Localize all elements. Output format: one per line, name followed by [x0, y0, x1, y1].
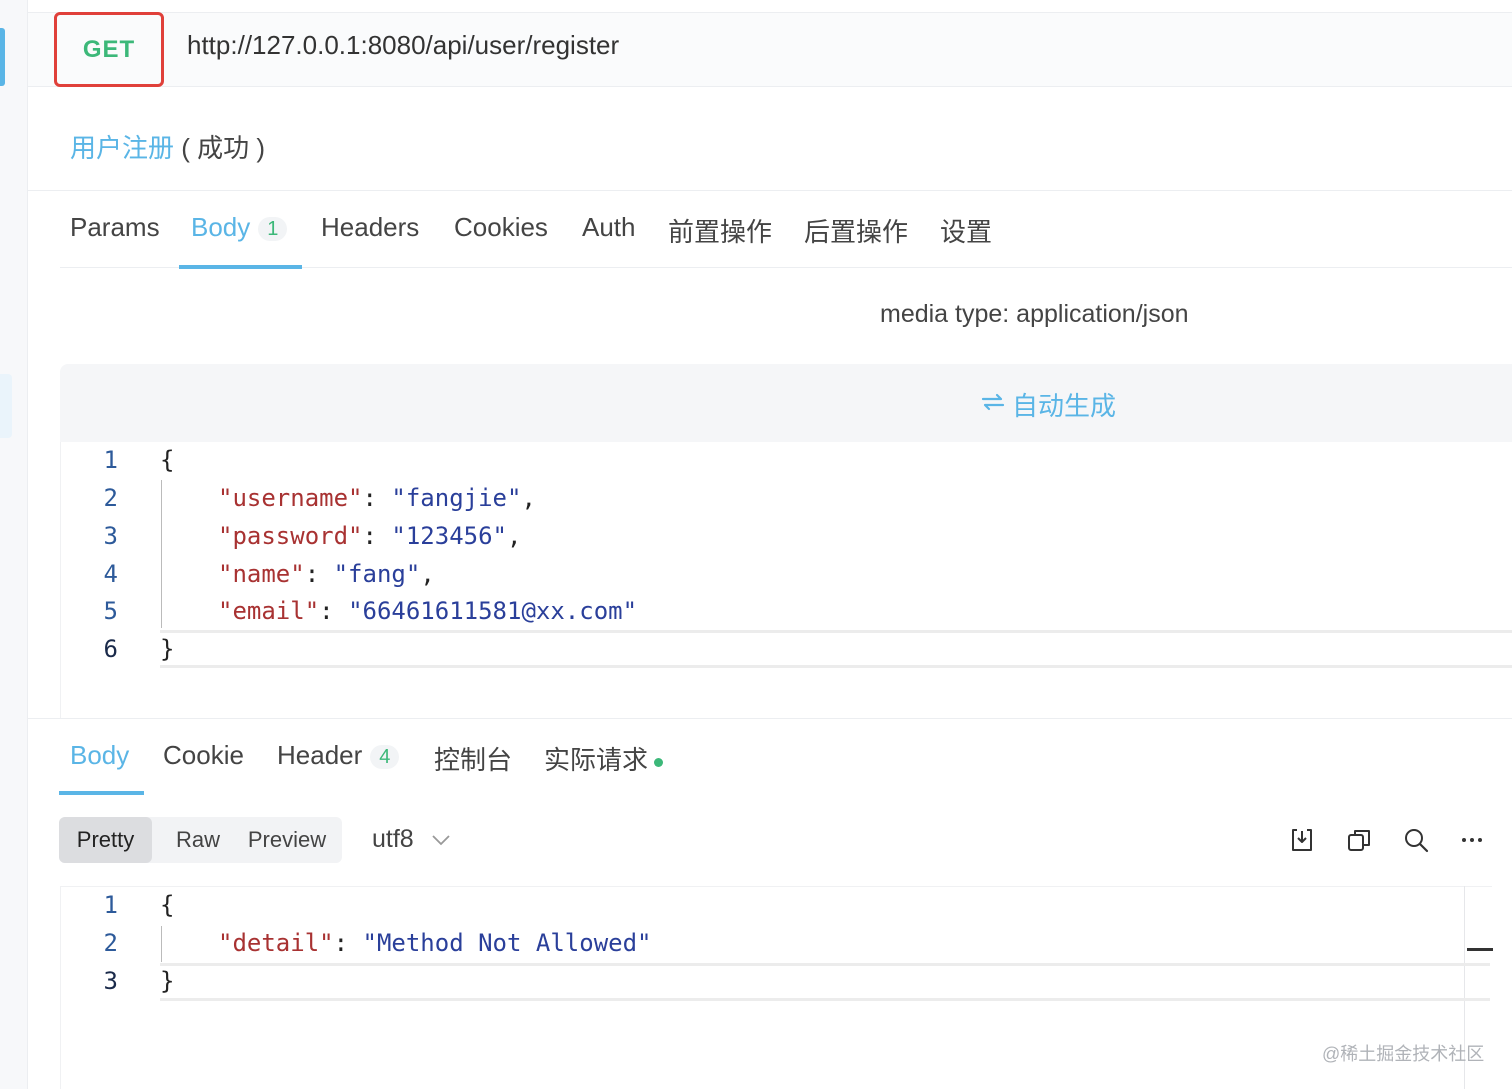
line-number: 4	[103, 560, 118, 588]
tab-label: Auth	[582, 212, 636, 242]
current-line-highlight	[160, 963, 1490, 1001]
code-line: }	[160, 635, 175, 663]
encoding-value: utf8	[372, 825, 414, 853]
request-name[interactable]: 用户注册	[70, 133, 174, 163]
json-value: "fang"	[333, 560, 421, 588]
request-status: ( 成功 )	[181, 133, 266, 163]
code-line: "detail": "Method Not Allowed"	[218, 929, 651, 957]
method-select[interactable]: GET	[54, 12, 164, 87]
json-sep: :	[362, 484, 392, 512]
autogen-label: 自动生成	[1012, 391, 1117, 421]
json-sep: :	[362, 522, 392, 550]
tab-label: Cookie	[163, 740, 244, 770]
json-value: "Method Not Allowed"	[362, 929, 652, 957]
media-type-label: media type: application/json	[880, 300, 1189, 328]
json-value: "fangjie"	[391, 484, 522, 512]
watermark: @稀土掘金技术社区	[1322, 1044, 1485, 1064]
tab-label: 后置操作	[804, 217, 909, 247]
line-number: 1	[103, 446, 118, 474]
line-number: 3	[103, 522, 118, 550]
tab-label: Header	[277, 740, 363, 770]
tab-label: 控制台	[434, 745, 513, 775]
view-preview-button[interactable]: Preview	[237, 817, 337, 863]
json-key: "email"	[218, 597, 320, 625]
tab-badge: 4	[370, 744, 400, 769]
code-line: "username": "fangjie",	[218, 484, 536, 512]
tab-auth[interactable]: Auth	[582, 212, 636, 243]
response-tab-body[interactable]: Body	[70, 740, 129, 771]
json-value: "123456"	[391, 522, 507, 550]
sidebar-active-indicator	[0, 28, 5, 86]
response-tab-console[interactable]: 控制台	[434, 740, 512, 777]
json-key: "detail"	[218, 929, 334, 957]
tab-headers[interactable]: Headers	[321, 212, 419, 243]
response-tab-cookie[interactable]: Cookie	[163, 740, 244, 771]
code-line: {	[160, 891, 175, 919]
indent-guide	[161, 480, 162, 628]
divider	[28, 190, 1512, 191]
json-sep: :	[333, 929, 363, 957]
line-number: 5	[103, 597, 118, 625]
line-number: 2	[103, 929, 118, 957]
line-number: 1	[103, 891, 118, 919]
tab-badge: 1	[258, 216, 288, 241]
view-pretty-button[interactable]: Pretty	[59, 817, 152, 863]
response-tab-underline	[59, 791, 144, 795]
json-sep: :	[319, 597, 349, 625]
url-input[interactable]: http://127.0.0.1:8080/api/user/register	[187, 30, 619, 61]
autogen-button[interactable]: 自动生成	[980, 386, 1116, 423]
tab-settings[interactable]: 设置	[940, 212, 992, 249]
encoding-select[interactable]: utf8	[372, 825, 451, 854]
tab-label: Body	[191, 212, 251, 242]
json-key: "username"	[218, 484, 363, 512]
response-tab-header[interactable]: Header 4	[277, 740, 400, 771]
line-number: 3	[103, 967, 118, 995]
scrollbar-thumb[interactable]	[1467, 948, 1493, 951]
json-value: "66461611581@xx.com"	[348, 597, 638, 625]
json-key: "name"	[218, 560, 305, 588]
code-line: "password": "123456",	[218, 522, 521, 550]
chevron-down-icon	[426, 830, 452, 852]
json-comma: ,	[507, 522, 522, 550]
indent-guide	[161, 926, 162, 962]
more-icon[interactable]	[1456, 824, 1488, 856]
tab-label: Params	[70, 212, 160, 242]
request-title: 用户注册 ( 成功 )	[70, 128, 265, 165]
code-line: "email": "66461611581@xx.com"	[218, 597, 637, 625]
response-tab-actual-request[interactable]: 实际请求	[544, 740, 664, 777]
tab-label: 设置	[940, 217, 993, 247]
download-icon[interactable]	[1286, 824, 1318, 856]
tab-post-script[interactable]: 后置操作	[804, 212, 908, 249]
tab-active-underline	[179, 265, 302, 269]
tab-label: Headers	[321, 212, 420, 242]
tab-params[interactable]: Params	[70, 212, 160, 243]
left-sidebar	[0, 0, 28, 1089]
json-key: "password"	[218, 522, 363, 550]
tab-cookies[interactable]: Cookies	[454, 212, 548, 243]
request-tabs: Params Body 1 Headers Cookies Auth 前置操作 后…	[60, 196, 1512, 269]
swap-icon	[980, 389, 1006, 420]
search-icon[interactable]	[1400, 824, 1432, 856]
line-number: 6	[103, 635, 118, 663]
copy-icon[interactable]	[1343, 824, 1375, 856]
line-number: 2	[103, 484, 118, 512]
editor-toolbar	[60, 364, 1512, 442]
json-comma: ,	[420, 560, 435, 588]
tab-label: 前置操作	[668, 217, 773, 247]
tab-label: Cookies	[454, 212, 548, 242]
tab-body[interactable]: Body 1	[191, 212, 288, 243]
current-line-highlight	[160, 630, 1512, 668]
tab-label: Body	[70, 740, 130, 770]
tab-label: 实际请求	[544, 745, 649, 775]
tab-pre-script[interactable]: 前置操作	[668, 212, 772, 249]
code-line: {	[160, 446, 175, 474]
view-raw-button[interactable]: Raw	[159, 817, 237, 863]
sidebar-indicator	[0, 374, 12, 438]
code-line: }	[160, 967, 175, 995]
code-line: "name": "fang",	[218, 560, 435, 588]
json-comma: ,	[521, 484, 536, 512]
view-mode-switch: Pretty Raw Preview	[59, 817, 342, 863]
json-sep: :	[304, 560, 334, 588]
status-dot	[654, 757, 664, 767]
